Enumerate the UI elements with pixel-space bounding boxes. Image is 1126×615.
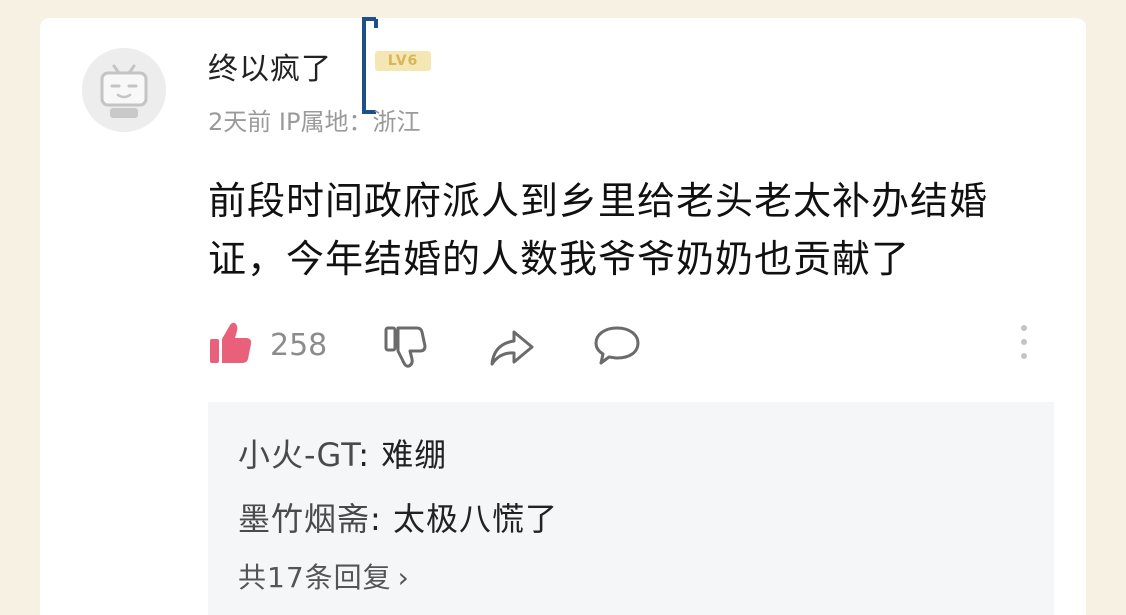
comment-text: 前段时间政府派人到乡里给老头老太补办结婚证，今年结婚的人数我爷爷奶奶也贡献了 (208, 179, 989, 281)
bilibili-tv-avatar-icon (82, 48, 166, 132)
view-more-replies-link[interactable]: 共17条回复 › (238, 556, 410, 596)
reply-item[interactable]: 墨竹烟斋: 太极八慌了 (238, 494, 558, 540)
avatar[interactable] (82, 48, 166, 132)
thumbs-down-icon[interactable] (383, 324, 429, 370)
chevron-right-icon: › (397, 561, 410, 594)
comment-meta: 2天前 IP属地：浙江 (208, 108, 421, 136)
like-count: 258 (270, 328, 328, 363)
reply-separator: : (358, 436, 382, 474)
thumbs-up-icon[interactable] (208, 320, 254, 366)
reply-author[interactable]: 墨竹烟斋 (238, 500, 370, 538)
share-icon[interactable] (488, 328, 536, 368)
comment-bubble-icon[interactable] (593, 324, 641, 368)
replies-preview[interactable]: 小火-GT: 难绷 墨竹烟斋: 太极八慌了 共17条回复 › (208, 402, 1054, 615)
reply-item[interactable]: 小火-GT: 难绷 (238, 430, 447, 476)
reply-author[interactable]: 小火-GT (238, 436, 358, 474)
level-badge: LV6 (375, 51, 431, 71)
reply-text: 难绷 (381, 436, 448, 474)
reply-text: 太极八慌了 (392, 500, 558, 538)
vertical-dots-icon[interactable] (1018, 322, 1030, 362)
username[interactable]: 终以疯了 (208, 44, 332, 88)
reply-separator: : (370, 500, 393, 538)
more-replies-label: 共17条回复 (238, 561, 392, 594)
